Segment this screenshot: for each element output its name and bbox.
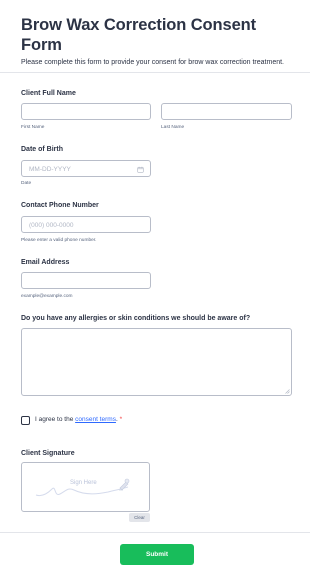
signature-label: Client Signature <box>21 450 75 457</box>
consent-terms-link[interactable]: consent terms <box>75 416 116 423</box>
form-subtitle: Please complete this form to provide you… <box>21 59 285 66</box>
dob-input[interactable]: MM-DD-YYYY <box>21 160 151 177</box>
dob-sublabel: Date <box>21 181 32 186</box>
allergies-label: Do you have any allergies or skin condit… <box>21 315 251 322</box>
email-label: Email Address <box>21 259 70 266</box>
required-mark: * <box>119 416 123 423</box>
email-input[interactable] <box>21 272 151 289</box>
pen-icon <box>119 478 130 491</box>
header-divider <box>0 72 310 73</box>
resize-grip-icon[interactable] <box>285 389 290 394</box>
form-title: Brow Wax Correction Consent Form <box>21 16 257 54</box>
last-name-input[interactable] <box>161 103 292 120</box>
consent-checkbox[interactable] <box>21 416 30 425</box>
email-sublabel: example@example.com <box>21 294 73 299</box>
form-header: Brow Wax Correction Consent Form Please … <box>21 15 291 68</box>
signature-placeholder: Sign Here <box>70 480 97 486</box>
signature-pad[interactable]: Sign Here <box>21 462 150 512</box>
client-name-label: Client Full Name <box>21 90 76 97</box>
consent-text: I agree to the consent terms. * <box>35 416 122 423</box>
last-name-sublabel: Last Name <box>161 125 185 130</box>
first-name-input[interactable] <box>21 103 151 120</box>
phone-placeholder: (000) 000-0000 <box>29 221 74 229</box>
clear-signature-button[interactable]: Clear <box>129 513 150 522</box>
first-name-sublabel: First Name <box>21 125 45 130</box>
dob-label: Date of Birth <box>21 146 63 153</box>
phone-sublabel: Please enter a valid phone number. <box>21 238 97 243</box>
calendar-icon[interactable] <box>137 166 144 173</box>
submit-button[interactable]: Submit <box>120 544 194 565</box>
consent-text-before: I agree to the <box>35 416 76 423</box>
consent-text-after: . <box>115 416 118 423</box>
allergies-textarea[interactable] <box>21 328 292 396</box>
phone-label: Contact Phone Number <box>21 202 99 209</box>
footer-divider <box>0 532 310 533</box>
dob-placeholder: MM-DD-YYYY <box>29 165 71 173</box>
phone-input[interactable]: (000) 000-0000 <box>21 216 151 233</box>
